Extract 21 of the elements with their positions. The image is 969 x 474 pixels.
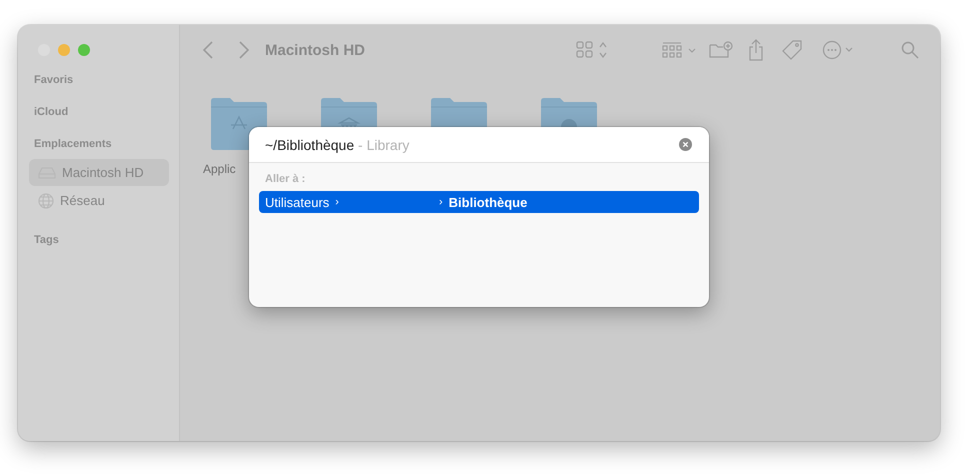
window-control[interactable] (78, 44, 90, 56)
globe-icon (38, 192, 54, 208)
more-icon[interactable] (822, 40, 854, 60)
tag-icon[interactable] (781, 39, 803, 61)
window-title: Macintosh HD (265, 42, 366, 58)
share-icon[interactable] (748, 39, 764, 61)
path-field[interactable]: ~/Bibliothèque - Library (265, 136, 410, 152)
path-suggestion[interactable]: Utilisateurs › › Bibliothèque (259, 191, 699, 213)
section-label: Aller à : (265, 173, 306, 187)
group-icon[interactable] (662, 41, 698, 59)
window-control[interactable] (58, 44, 70, 56)
sidebar-section-title: iCloud (33, 106, 70, 118)
new-folder-icon[interactable] (709, 41, 733, 59)
forward-icon[interactable] (238, 41, 250, 59)
folder-label: Applic (203, 162, 236, 176)
back-icon[interactable] (202, 41, 214, 59)
search-icon[interactable] (901, 41, 919, 59)
sidebar-section-title: Tags (33, 234, 60, 246)
sidebar-section-title: Emplacements (33, 138, 113, 150)
sidebar-section-title: Favoris (33, 74, 74, 86)
clear-icon[interactable] (679, 138, 692, 151)
